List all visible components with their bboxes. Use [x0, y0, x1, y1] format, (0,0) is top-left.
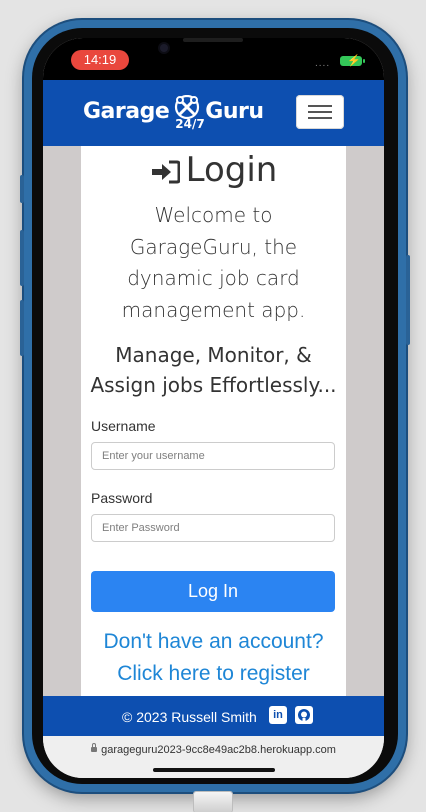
footer: © 2023 Russell Smith in	[43, 696, 384, 736]
welcome-line: dynamic job card	[127, 266, 300, 290]
tagline-line: Manage, Monitor, &	[115, 343, 312, 367]
charging-battery-icon: ⚡	[340, 55, 365, 67]
brand-text-garage: Garage	[83, 98, 170, 124]
status-bar: 14:19 .... ⚡	[43, 38, 384, 80]
speaker-grille	[183, 38, 243, 42]
tagline-line: Assign jobs Effortlessly...	[90, 373, 337, 397]
hamburger-menu-icon	[308, 111, 332, 113]
welcome-text: Welcome to GarageGuru, the dynamic job c…	[103, 200, 324, 326]
page-title: Login	[81, 150, 346, 190]
url-value: garageguru2023-9cc8e49ac2b8.herokuapp.co…	[101, 744, 336, 756]
register-link[interactable]: Don't have an account? Click here to reg…	[81, 626, 346, 690]
login-title-text: Login	[185, 150, 278, 190]
silent-switch	[20, 175, 24, 203]
home-indicator[interactable]	[153, 768, 275, 772]
signal-indicator: ....	[315, 58, 331, 69]
url-text[interactable]: garageguru2023-9cc8e49ac2b8.herokuapp.co…	[43, 743, 384, 756]
phone-screen: 14:19 .... ⚡ Garage 24/7 Guru Login Welc…	[43, 38, 384, 778]
browser-url-bar[interactable]: garageguru2023-9cc8e49ac2b8.herokuapp.co…	[43, 736, 384, 778]
github-logo-shape	[298, 709, 310, 721]
footer-copyright: © 2023 Russell Smith	[122, 709, 257, 725]
brand-emblem: 24/7	[171, 94, 205, 131]
brand-tag: 24/7	[175, 117, 205, 131]
username-label: Username	[91, 418, 156, 434]
tagline-text: Manage, Monitor, & Assign jobs Effortles…	[87, 340, 340, 400]
register-line[interactable]: Click here to register	[81, 658, 346, 690]
password-label: Password	[91, 490, 153, 506]
login-button[interactable]: Log In	[91, 571, 335, 612]
lock-icon	[91, 743, 98, 752]
status-time: 14:19	[71, 50, 129, 70]
password-input[interactable]	[91, 514, 335, 542]
navbar-toggle-button[interactable]	[296, 95, 344, 129]
welcome-line: GarageGuru, the	[129, 234, 298, 259]
brand-text-guru: Guru	[205, 98, 264, 124]
volume-down-button	[20, 300, 24, 356]
hamburger-menu-icon	[308, 105, 332, 107]
front-camera	[160, 44, 168, 52]
welcome-line: management app.	[121, 297, 306, 322]
welcome-line: Welcome to	[154, 203, 273, 227]
register-line[interactable]: Don't have an account?	[81, 626, 346, 658]
charging-cable-connector	[194, 792, 232, 812]
brand-logo[interactable]: Garage 24/7 Guru	[83, 94, 264, 131]
volume-up-button	[20, 230, 24, 286]
linkedin-icon[interactable]: in	[269, 706, 287, 724]
login-card: Login Welcome to GarageGuru, the dynamic…	[81, 146, 346, 696]
github-icon[interactable]	[295, 706, 313, 724]
hamburger-menu-icon	[308, 117, 332, 119]
power-button	[406, 255, 410, 345]
navbar: Garage 24/7 Guru	[43, 80, 384, 146]
username-input[interactable]	[91, 442, 335, 470]
sign-in-icon	[151, 160, 181, 184]
